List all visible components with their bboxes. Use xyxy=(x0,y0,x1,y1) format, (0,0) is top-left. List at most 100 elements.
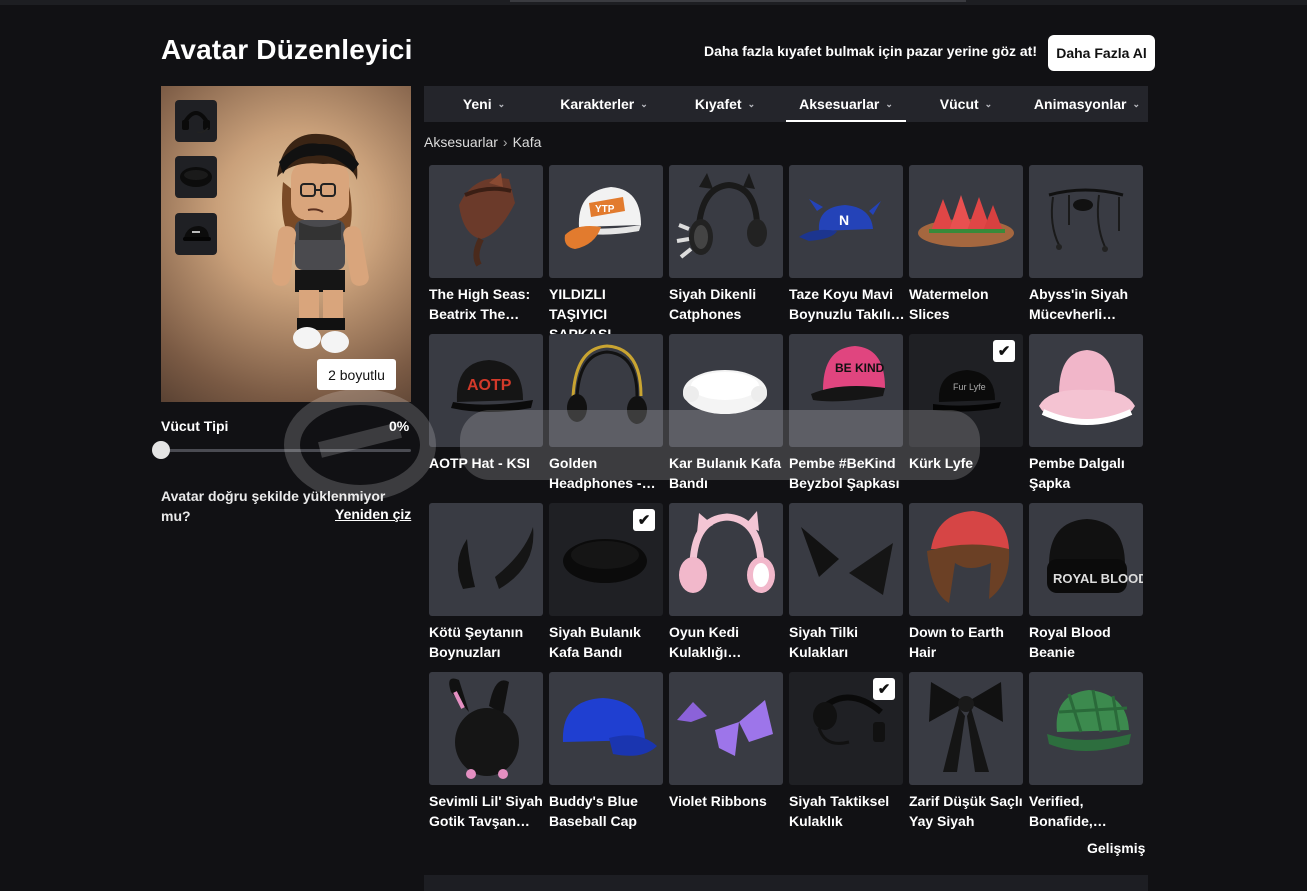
item-name: Kürk Lyfe xyxy=(909,455,974,471)
blue-cap-icon xyxy=(562,698,657,756)
item-card[interactable]: AOTP AOTP Hat - KSI xyxy=(429,334,543,473)
item-card[interactable]: YTP YILDIZLI TAŞIYICI ŞAPKASI -… xyxy=(549,165,663,344)
headset-icon xyxy=(182,111,210,134)
item-name: Taze Koyu Mavi Boynuzlu Takılı… xyxy=(789,286,905,322)
svg-text:YTP: YTP xyxy=(595,204,615,215)
item-name: Kar Bulanık Kafa Bandı xyxy=(669,455,782,491)
item-card[interactable]: Watermelon Slices xyxy=(909,165,1023,324)
item-card[interactable]: Siyah Dikenli Catphones xyxy=(669,165,783,324)
top-bar xyxy=(0,0,1307,5)
cat-headphones-icon xyxy=(679,511,775,593)
item-card[interactable]: Oyun Kedi Kulaklığı… xyxy=(669,503,783,662)
svg-text:Fur Lyfe: Fur Lyfe xyxy=(953,382,986,392)
trucker-cap-icon: YTP xyxy=(564,187,641,249)
item-name: Siyah Taktiksel Kulaklık xyxy=(789,793,890,829)
item-card[interactable]: BE KIND Pembe #BeKind Beyzbol Şapkası xyxy=(789,334,903,493)
body-type-value: 0% xyxy=(389,418,410,434)
pirate-hat-icon xyxy=(459,173,515,267)
item-card[interactable]: Sevimli Lil' Siyah Gotik Tavşan… xyxy=(429,672,543,831)
item-name: The High Seas: Beatrix The… xyxy=(429,286,531,322)
item-card[interactable]: Pembe Dalgalı Şapka xyxy=(1029,334,1143,493)
black-cap-icon xyxy=(183,226,211,241)
avatar-figure xyxy=(271,133,369,353)
breadcrumb-accessories[interactable]: Aksesuarlar xyxy=(424,134,498,150)
item-name: Royal Blood Beanie xyxy=(1029,624,1111,660)
item-card[interactable]: ✔ Siyah Taktiksel Kulaklık xyxy=(789,672,903,831)
pink-cap-icon: BE KIND xyxy=(811,346,885,402)
2d-toggle-button[interactable]: 2 boyutlu xyxy=(317,359,396,390)
item-card[interactable]: Golden Headphones -… xyxy=(549,334,663,493)
item-card[interactable]: N Taze Koyu Mavi Boynuzlu Takılı… xyxy=(789,165,905,324)
tab-clothing[interactable]: Kıyafet ⌄ xyxy=(664,86,786,122)
get-more-button[interactable]: Daha Fazla Al xyxy=(1048,35,1155,71)
svg-text:AOTP: AOTP xyxy=(467,377,512,394)
tab-characters[interactable]: Karakterler ⌄ xyxy=(544,86,664,122)
equipped-check-icon[interactable]: ✔ xyxy=(633,509,655,531)
horned-cap-icon: N xyxy=(799,199,881,241)
body-type-slider-handle[interactable] xyxy=(152,441,170,459)
item-card[interactable]: Siyah Tilki Kulakları xyxy=(789,503,903,662)
redraw-link[interactable]: Yeniden çiz xyxy=(335,506,411,522)
body-type-slider-track[interactable] xyxy=(161,449,411,452)
item-name: Kötü Şeytanın Boynuzları xyxy=(429,624,524,660)
item-card[interactable]: Verified, Bonafide,… xyxy=(1029,672,1143,831)
svg-text:BE KIND: BE KIND xyxy=(835,361,885,375)
black-headband-icon xyxy=(180,167,212,187)
item-card[interactable]: Kötü Şeytanın Boynuzları xyxy=(429,503,543,662)
equipped-thumb-cap[interactable] xyxy=(175,213,217,255)
item-card[interactable]: ✔ Siyah Bulanık Kafa Bandı xyxy=(549,503,663,662)
item-card[interactable]: Kar Bulanık Kafa Bandı xyxy=(669,334,783,493)
bottom-bar xyxy=(424,875,1148,891)
item-name: Siyah Tilki Kulakları xyxy=(789,624,858,660)
item-card[interactable]: The High Seas: Beatrix The… xyxy=(429,165,543,324)
category-nav: Yeni ⌄ Karakterler ⌄ Kıyafet ⌄ Aksesuarlar ⌄… xyxy=(424,86,1148,122)
equipped-thumb-headband[interactable] xyxy=(175,156,217,198)
item-name: Verified, Bonafide,… xyxy=(1029,793,1107,829)
body-type-label: Vücut Tipi xyxy=(161,418,229,434)
white-headband-icon xyxy=(683,370,767,414)
avatar-preview[interactable]: 2 boyutlu xyxy=(161,86,411,402)
jewelry-icon xyxy=(1048,188,1124,252)
item-name: Siyah Dikenli Catphones xyxy=(669,286,757,322)
svg-text:N: N xyxy=(839,212,849,228)
item-name: Watermelon Slices xyxy=(909,286,989,322)
item-card[interactable]: Fur Lyfe ✔ Kürk Lyfe xyxy=(909,334,1023,473)
fox-ears-icon xyxy=(801,527,893,595)
chevron-down-icon: ⌄ xyxy=(497,98,506,109)
advanced-button[interactable]: Gelişmiş xyxy=(1087,840,1145,856)
chevron-down-icon: ⌄ xyxy=(984,98,993,109)
equipped-check-icon[interactable]: ✔ xyxy=(873,678,895,700)
aotp-cap-icon: AOTP xyxy=(451,360,533,412)
tab-animations[interactable]: Animasyonlar ⌄ xyxy=(1026,86,1148,122)
pink-bucket-hat-icon xyxy=(1039,350,1135,425)
watermelon-icon xyxy=(918,195,1014,247)
item-card[interactable]: Down to Earth Hair xyxy=(909,503,1023,662)
item-name: Oyun Kedi Kulaklığı… xyxy=(669,624,742,660)
tab-accessories[interactable]: Aksesuarlar ⌄ xyxy=(786,86,906,122)
chevron-down-icon: ⌄ xyxy=(640,98,648,109)
bunny-hood-icon xyxy=(449,678,519,779)
item-name: Pembe Dalgalı Şapka xyxy=(1029,455,1125,491)
chevron-down-icon: ⌄ xyxy=(1132,98,1141,109)
hair-bow-icon xyxy=(929,682,1003,772)
spiked-headphones-icon xyxy=(676,173,767,259)
item-card[interactable]: Abyss'in Siyah Mücevherli… xyxy=(1029,165,1143,324)
equipped-thumb-headphones[interactable] xyxy=(175,100,217,142)
item-name: Sevimli Lil' Siyah Gotik Tavşan… xyxy=(429,793,543,829)
item-name: Siyah Bulanık Kafa Bandı xyxy=(549,624,641,660)
tab-body[interactable]: Vücut ⌄ xyxy=(906,86,1026,122)
chevron-right-icon: › xyxy=(502,134,508,150)
item-card[interactable]: Zarif Düşük Saçlı Yay Siyah xyxy=(909,672,1023,831)
item-card[interactable]: Violet Ribbons xyxy=(669,672,783,811)
item-name: AOTP Hat - KSI xyxy=(429,455,530,471)
brown-hair-icon xyxy=(927,511,1010,603)
item-card[interactable]: ROYAL BLOOD Royal Blood Beanie xyxy=(1029,503,1143,662)
svg-text:ROYAL BLOOD: ROYAL BLOOD xyxy=(1053,571,1143,586)
item-card[interactable]: Buddy's Blue Baseball Cap xyxy=(549,672,663,831)
equipped-check-icon[interactable]: ✔ xyxy=(993,340,1015,362)
devil-horns-icon xyxy=(457,527,534,589)
golden-headphones-icon xyxy=(567,344,647,424)
breadcrumb: Aksesuarlar › Kafa xyxy=(424,134,541,150)
tab-new[interactable]: Yeni ⌄ xyxy=(424,86,544,122)
item-name: Zarif Düşük Saçlı Yay Siyah xyxy=(909,793,1023,829)
